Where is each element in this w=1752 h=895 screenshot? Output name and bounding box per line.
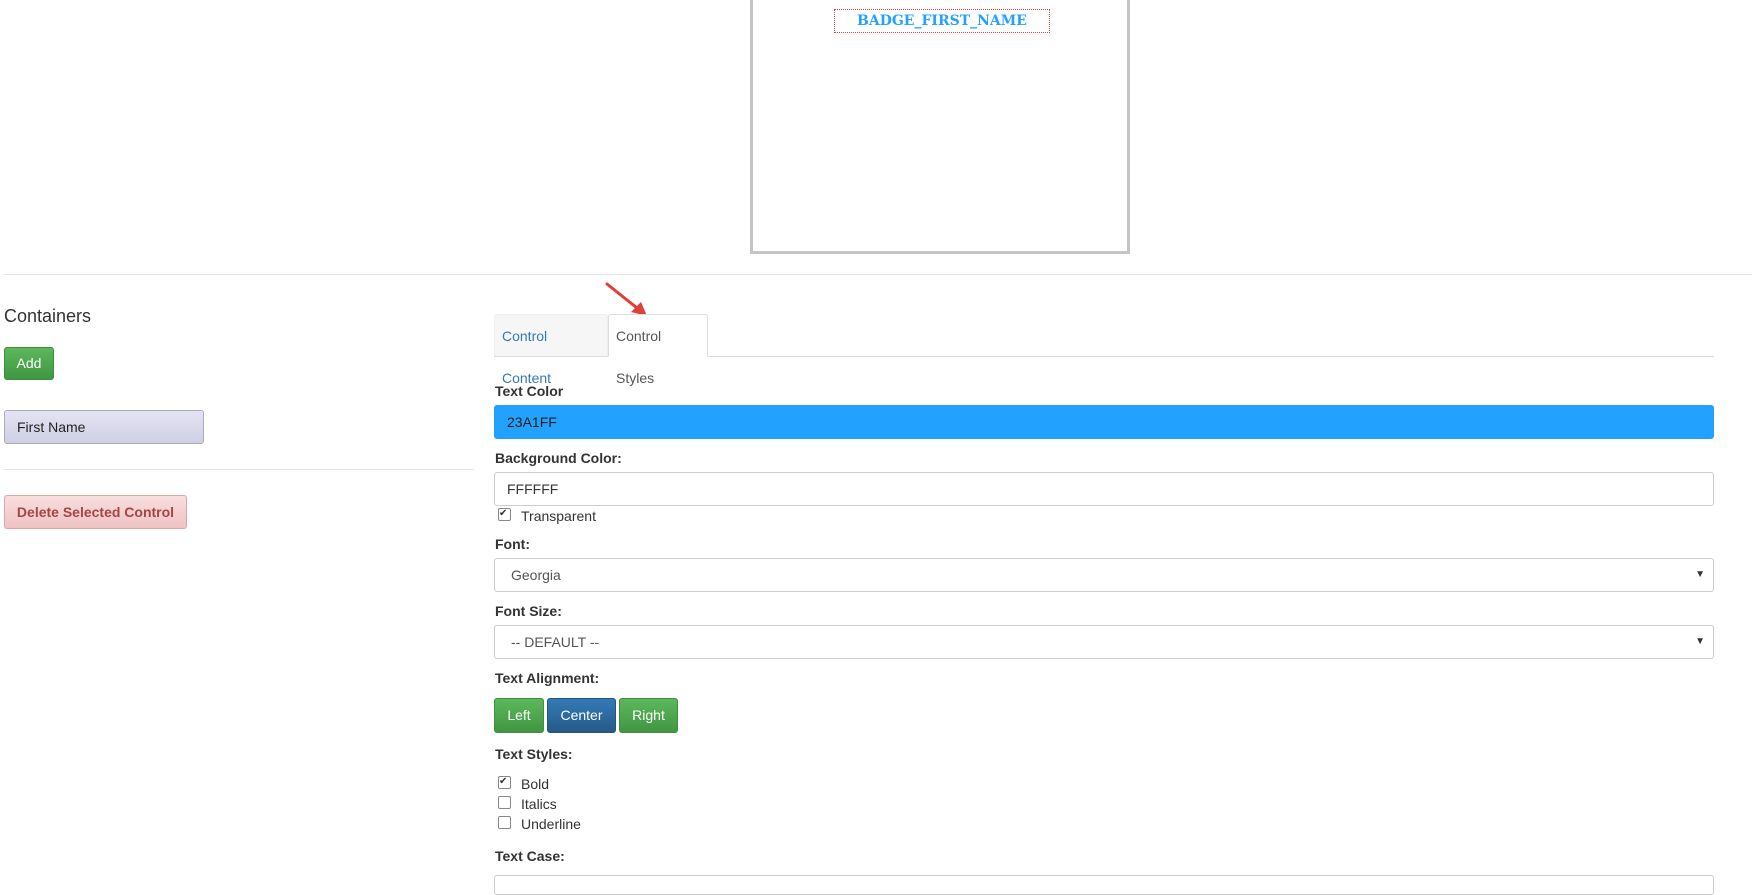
align-right-button[interactable]: Right [619,698,678,733]
transparent-label: Transparent [521,508,596,524]
text-case-label: Text Case: [495,848,565,864]
italics-option[interactable]: Italics [498,795,557,813]
section-divider [4,274,1752,275]
badge-canvas[interactable]: BADGE_FIRST_NAME [750,0,1130,254]
tab-control-content[interactable]: Control Content [494,314,608,386]
font-size-select[interactable]: -- DEFAULT -- ▼ [494,625,1714,659]
text-color-label: Text Color [495,383,564,399]
delete-selected-control-button[interactable]: Delete Selected Control [4,495,187,529]
text-alignment-label: Text Alignment: [495,670,600,686]
tab-bar: Control Content Control Styles [494,314,1714,386]
text-case-select[interactable] [494,875,1714,895]
tab-control-styles[interactable]: Control Styles [608,314,708,386]
align-left-button[interactable]: Left [494,698,544,733]
transparent-option[interactable]: Transparent [498,505,596,525]
badge-field-first-name[interactable]: BADGE_FIRST_NAME [834,9,1050,33]
underline-checkbox[interactable] [498,816,511,829]
caret-down-icon: ▼ [1695,569,1705,580]
background-color-input[interactable]: FFFFFF [494,472,1714,506]
font-select[interactable]: Georgia ▼ [494,558,1714,592]
align-center-button[interactable]: Center [547,698,616,733]
background-color-label: Background Color: [495,450,622,466]
container-item[interactable]: First Name [4,410,204,444]
add-button[interactable]: Add [4,347,54,380]
bold-checkbox[interactable] [498,773,511,791]
italics-checkbox[interactable] [498,796,511,809]
text-color-input[interactable]: 23A1FF [494,405,1714,439]
containers-heading: Containers [4,306,92,326]
underline-label: Underline [521,816,581,832]
font-select-value: Georgia [511,567,561,583]
left-divider [4,469,474,470]
font-size-label: Font Size: [495,603,562,619]
underline-option[interactable]: Underline [498,815,581,833]
font-label: Font: [495,536,530,552]
italics-label: Italics [521,796,557,812]
transparent-checkbox[interactable] [498,505,511,523]
font-size-select-value: -- DEFAULT -- [511,634,600,650]
text-styles-label: Text Styles: [495,746,573,762]
bold-label: Bold [521,776,550,792]
caret-down-icon: ▼ [1695,636,1705,647]
bold-option[interactable]: Bold [498,773,550,793]
